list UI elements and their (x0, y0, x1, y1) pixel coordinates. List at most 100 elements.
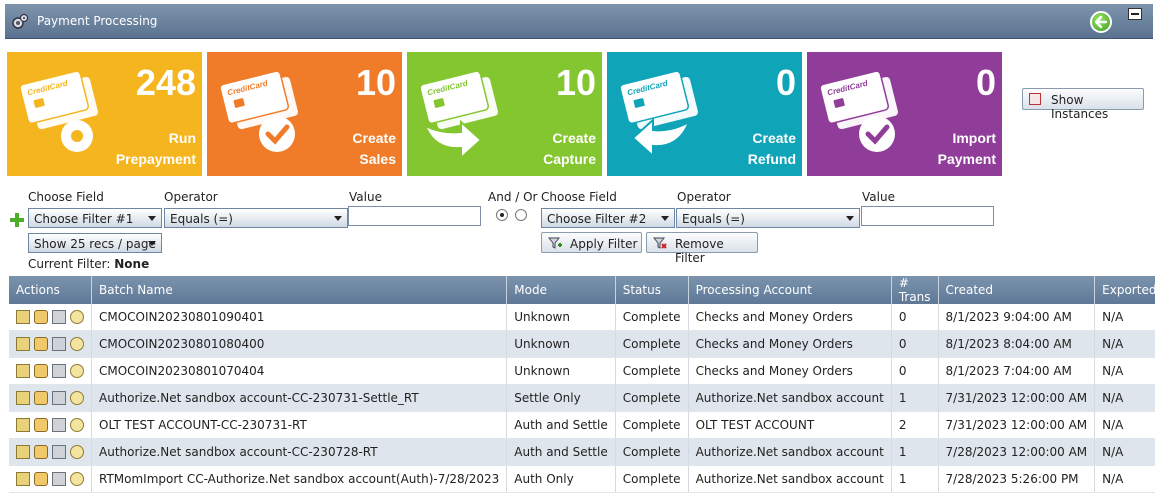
table-cell: CMOCOIN20230801090401 (91, 304, 508, 331)
filter-field-select-1[interactable]: Choose Filter #1 (28, 208, 162, 228)
view-batch-icon[interactable] (70, 472, 84, 486)
filter-field-select-2[interactable]: Choose Filter #2 (541, 208, 675, 228)
table-cell: OLT TEST ACCOUNT-CC-230731-RT (91, 411, 508, 439)
table-cell: 2 (891, 411, 939, 439)
copy-batch-icon[interactable] (52, 445, 66, 459)
tile-label: Create Sales (352, 130, 396, 167)
copy-batch-icon[interactable] (52, 337, 66, 351)
process-batch-icon[interactable] (34, 337, 48, 351)
copy-batch-icon[interactable] (52, 472, 66, 486)
tile-capture[interactable]: CreditCard 10 Create Capture (407, 52, 602, 176)
tile-prepayment[interactable]: CreditCard 248 Run Prepayment (7, 52, 202, 176)
view-batch-icon[interactable] (70, 391, 84, 405)
table-cell: CMOCOIN20230801070404 (91, 357, 508, 385)
table-cell: Auth and Settle (506, 411, 616, 439)
column-header[interactable]: Processing Account (688, 276, 892, 304)
edit-batch-icon[interactable] (16, 337, 30, 351)
credit-card-check-icon: CreditCard (819, 70, 898, 152)
add-filter-icon[interactable] (10, 213, 24, 227)
view-batch-icon[interactable] (70, 418, 84, 432)
credit-card-arrow-right-icon: CreditCard (419, 70, 498, 161)
view-batch-icon[interactable] (70, 310, 84, 324)
table-cell: Authorize.Net sandbox account (688, 438, 892, 466)
value-input-2[interactable] (861, 206, 994, 226)
tile-count: 0 (775, 62, 796, 103)
table-row[interactable]: CMOCOIN20230801090401 Unknown Complete Chec… (9, 304, 1155, 331)
process-batch-icon[interactable] (34, 391, 48, 405)
filter-field-value-1: Choose Filter #1 (34, 212, 134, 226)
value-input-1[interactable] (348, 206, 481, 226)
apply-filter-label: Apply Filter (570, 237, 638, 251)
table-row[interactable]: Authorize.Net sandbox account-CC-230728-… (9, 438, 1155, 466)
edit-batch-icon[interactable] (16, 310, 30, 324)
process-batch-icon[interactable] (34, 472, 48, 486)
process-batch-icon[interactable] (34, 364, 48, 378)
table-cell: 1 (891, 465, 939, 493)
back-button[interactable] (1090, 11, 1112, 33)
or-radio[interactable] (515, 209, 527, 221)
column-header[interactable]: Exported? (1094, 276, 1155, 304)
column-header[interactable]: Batch Name (91, 276, 508, 304)
tile-count: 10 (355, 62, 396, 103)
view-batch-icon[interactable] (70, 337, 84, 351)
process-batch-icon[interactable] (34, 418, 48, 432)
page-size-value: Show 25 recs / page (34, 237, 156, 251)
process-batch-icon[interactable] (34, 445, 48, 459)
copy-batch-icon[interactable] (52, 364, 66, 378)
table-row[interactable]: CMOCOIN20230801070404 Unknown Complete Chec… (9, 357, 1155, 385)
table-cell: Unknown (506, 357, 616, 385)
table-cell: 0 (891, 330, 939, 358)
column-header[interactable]: # Trans (891, 276, 939, 304)
copy-batch-icon[interactable] (52, 418, 66, 432)
tile-label: Run Prepayment (115, 130, 196, 167)
operator-select-2[interactable]: Equals (=) (676, 208, 860, 228)
tile-payment[interactable]: CreditCard 0 Import Payment (807, 52, 1002, 176)
tile-sales[interactable]: CreditCard 10 Create Sales (207, 52, 402, 176)
page-size-select[interactable]: Show 25 recs / page (28, 233, 162, 253)
operator-value-2: Equals (=) (682, 212, 745, 226)
copy-batch-icon[interactable] (52, 310, 66, 324)
column-header[interactable]: Mode (506, 276, 616, 304)
table-cell: 1 (891, 384, 939, 412)
remove-filter-button[interactable]: Remove Filter (646, 232, 758, 265)
table-cell: Complete (615, 304, 689, 331)
tile-label: Create Capture (543, 130, 596, 167)
table-row[interactable]: OLT TEST ACCOUNT-CC-230731-RT Auth and Se… (9, 411, 1155, 439)
table-cell: Complete (615, 357, 689, 385)
show-instances-button[interactable]: Show Instances (1022, 88, 1144, 121)
table-row[interactable]: CMOCOIN20230801080400 Unknown Complete Chec… (9, 330, 1155, 358)
table-cell: N/A (1094, 330, 1155, 358)
table-cell: Authorize.Net sandbox account-CC-230728-… (91, 438, 508, 466)
table-cell: Auth and Settle (506, 438, 616, 466)
operator-label-1: Operator (164, 190, 218, 204)
table-row[interactable]: RTMomImport CC-Authorize.Net sandbox acc… (9, 465, 1155, 493)
operator-value-1: Equals (=) (170, 212, 233, 226)
view-batch-icon[interactable] (70, 364, 84, 378)
edit-batch-icon[interactable] (16, 418, 30, 432)
apply-filter-button[interactable]: Apply Filter (541, 232, 642, 253)
edit-batch-icon[interactable] (16, 391, 30, 405)
view-batch-icon[interactable] (70, 445, 84, 459)
tile-count: 10 (555, 62, 596, 103)
column-header[interactable]: Actions (9, 276, 92, 304)
table-cell: Checks and Money Orders (688, 330, 892, 358)
table-row[interactable]: Authorize.Net sandbox account-CC-230731-… (9, 384, 1155, 412)
edit-batch-icon[interactable] (16, 472, 30, 486)
process-batch-icon[interactable] (34, 310, 48, 324)
column-header[interactable]: Created (938, 276, 1096, 304)
operator-select-1[interactable]: Equals (=) (164, 208, 348, 228)
chevron-down-icon (334, 216, 342, 221)
table-cell: 8/1/2023 9:04:00 AM (938, 304, 1096, 331)
instances-icon (1029, 93, 1041, 105)
tile-refund[interactable]: CreditCard 0 Create Refund (607, 52, 802, 176)
and-radio[interactable] (496, 209, 508, 221)
table-cell: Complete (615, 411, 689, 439)
copy-batch-icon[interactable] (52, 391, 66, 405)
edit-batch-icon[interactable] (16, 445, 30, 459)
table-cell: Authorize.Net sandbox account (688, 384, 892, 412)
column-header[interactable]: Status (615, 276, 689, 304)
minimize-button[interactable] (1128, 8, 1142, 20)
and-or-label: And / Or (488, 190, 538, 204)
table-cell: 1 (891, 438, 939, 466)
edit-batch-icon[interactable] (16, 364, 30, 378)
